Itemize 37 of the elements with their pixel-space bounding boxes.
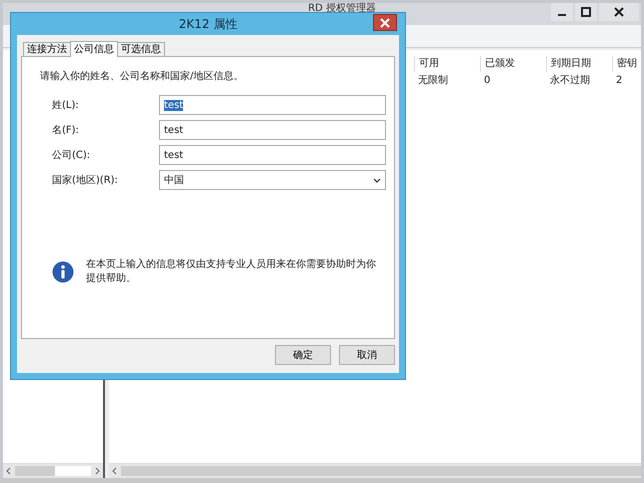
info-text: 在本页上输入的信息将仅由支持专业人员用来在你需要协助时为你提供帮助。 xyxy=(86,258,377,286)
text-field[interactable]: test xyxy=(159,120,386,140)
maximize-icon xyxy=(581,7,591,17)
close-icon xyxy=(614,7,624,17)
text-field[interactable]: test xyxy=(159,95,386,115)
minimize-icon xyxy=(558,14,566,16)
table-cell-text: 无限制 xyxy=(417,74,449,87)
tab[interactable]: 连接方法 xyxy=(23,42,71,56)
dialog-title: 2K12 属性 xyxy=(178,16,238,32)
scrollbar[interactable] xyxy=(109,463,641,478)
dialog-button[interactable]: 确定 xyxy=(275,345,331,365)
country-dropdown[interactable]: 中国 xyxy=(159,170,386,190)
tab[interactable]: 公司信息 xyxy=(70,41,118,57)
close-button[interactable] xyxy=(599,3,639,21)
close-button[interactable] xyxy=(373,14,397,31)
maximize-button[interactable] xyxy=(575,3,597,21)
column-header[interactable]: 到期日期 xyxy=(546,56,612,72)
minimize-button[interactable] xyxy=(551,3,573,21)
field-label: 姓(L): xyxy=(52,99,80,112)
table-cell-text: 0 xyxy=(483,74,492,86)
table-cell-text: 永不过期 xyxy=(549,74,591,87)
instruction-text: 请输入你的姓名、公司名称和国家/地区信息。 xyxy=(39,70,244,83)
text-field[interactable]: test xyxy=(159,145,386,165)
table-cell-text: 2 xyxy=(615,74,624,86)
window-title: RD 授权管理器 xyxy=(307,3,376,14)
column-header[interactable]: 已颁发 xyxy=(480,56,546,72)
field-label: 公司(C): xyxy=(52,149,92,162)
dialog-button[interactable]: 取消 xyxy=(339,345,395,365)
tab[interactable]: 可选信息 xyxy=(117,42,165,56)
scrollbar[interactable] xyxy=(3,463,103,478)
field-label: 国家(地区)(R): xyxy=(52,174,119,187)
close-icon xyxy=(380,18,390,28)
caret-icon xyxy=(373,178,381,182)
column-header[interactable]: 密钥 xyxy=(612,56,641,72)
column-header[interactable]: 可用 xyxy=(414,56,480,72)
field-label: 名(F): xyxy=(52,124,80,137)
info-icon xyxy=(52,261,74,283)
